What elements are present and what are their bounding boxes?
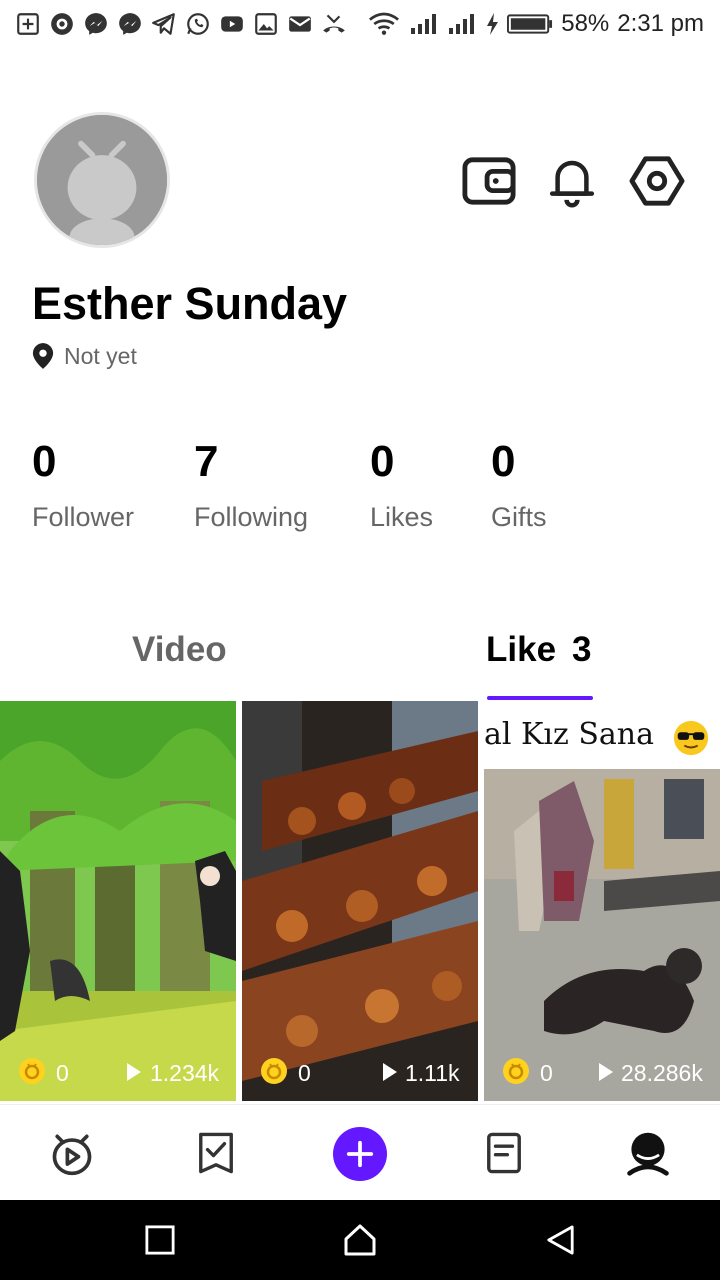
coin-icon — [261, 1058, 287, 1084]
signal-icon — [411, 14, 437, 34]
play-icon — [383, 1063, 397, 1081]
coin-count: 0 — [540, 1060, 553, 1086]
stat-following[interactable]: 7 Following — [194, 436, 308, 533]
nav-tasks[interactable] — [190, 1127, 242, 1179]
coin-count: 0 — [298, 1060, 311, 1086]
settings-icon — [629, 156, 685, 206]
image-icon — [252, 10, 280, 38]
messenger-icon — [82, 10, 110, 38]
battery-icon — [507, 14, 553, 34]
stat-value: 0 — [32, 437, 57, 486]
stat-value: 0 — [370, 437, 395, 486]
app-icon — [48, 10, 76, 38]
view-count: 1.234k — [150, 1060, 220, 1086]
location-pin-icon — [32, 343, 54, 369]
location: Not yet — [32, 342, 137, 370]
profile-icon — [627, 1132, 669, 1176]
thumbnail-image — [242, 701, 478, 1101]
home-icon — [344, 1224, 376, 1256]
mail-icon — [286, 10, 314, 38]
overlay-text: al Kız Sana — [484, 717, 655, 752]
charging-icon — [487, 13, 499, 35]
wifi-icon — [369, 12, 400, 35]
stat-label: Following — [194, 502, 309, 532]
sunglasses-emoji-icon — [673, 720, 709, 756]
stat-value: 0 — [491, 437, 516, 486]
coin-count: 0 — [56, 1060, 69, 1086]
stat-gifts[interactable]: 0 Gifts — [491, 436, 547, 533]
avatar[interactable] — [34, 112, 170, 248]
system-nav-bar — [0, 1200, 720, 1280]
stat-value: 7 — [194, 437, 219, 486]
location-text: Not yet — [64, 342, 137, 369]
thumbnail-info: 0 1.234k — [0, 1049, 236, 1101]
tab-like[interactable]: Like 3 — [486, 630, 592, 670]
nav-profile[interactable] — [622, 1127, 674, 1179]
feed-icon — [487, 1132, 521, 1174]
signal-icon — [449, 14, 475, 34]
stat-label: Likes — [370, 502, 434, 532]
home-button[interactable] — [340, 1220, 380, 1260]
tab-like-label: Like — [486, 630, 557, 669]
play-icon — [127, 1063, 141, 1081]
coin-icon — [19, 1058, 45, 1084]
video-thumbnail[interactable]: al Kız Sana 0 28.286k — [484, 701, 720, 1101]
home-video-icon — [52, 1134, 92, 1176]
telegram-icon — [150, 10, 178, 38]
nav-home[interactable] — [46, 1127, 98, 1179]
tasks-icon — [199, 1132, 233, 1174]
messenger-icon — [116, 10, 144, 38]
nav-feed[interactable] — [478, 1127, 530, 1179]
settings-button[interactable] — [626, 150, 688, 212]
tab-video[interactable]: Video — [132, 630, 227, 670]
thumbnail-info: 0 1.11k — [242, 1049, 478, 1101]
stat-likes[interactable]: 0 Likes — [370, 436, 433, 533]
back-icon — [547, 1225, 574, 1255]
play-icon — [599, 1063, 613, 1081]
recents-button[interactable] — [140, 1220, 180, 1260]
profile-name: Esther Sunday — [32, 278, 348, 329]
view-count: 1.11k — [405, 1060, 460, 1086]
status-bar: 58% 2:31 pm — [0, 0, 720, 52]
thumbnail-info: 0 28.286k — [484, 1049, 720, 1101]
bottom-nav — [0, 1104, 720, 1200]
wallet-icon — [462, 157, 516, 205]
coin-icon — [503, 1058, 529, 1084]
back-button[interactable] — [540, 1220, 580, 1260]
recents-icon — [145, 1225, 175, 1255]
system-status: 58% 2:31 pm — [367, 10, 704, 38]
notifications-button[interactable] — [541, 150, 603, 212]
add-icon — [346, 1140, 374, 1168]
stat-follower[interactable]: 0 Follower — [32, 436, 134, 533]
bell-icon — [549, 160, 595, 208]
add-button[interactable] — [333, 1127, 387, 1181]
notification-icons — [14, 10, 348, 38]
video-thumbnail[interactable]: 0 1.234k — [0, 701, 236, 1101]
view-count: 28.286k — [621, 1060, 703, 1086]
default-avatar-icon — [37, 115, 167, 245]
clock: 2:31 pm — [617, 10, 704, 37]
add-box-icon — [14, 10, 42, 38]
thumbnail-image — [0, 701, 236, 1101]
stat-label: Follower — [32, 502, 135, 532]
whatsapp-icon — [184, 10, 212, 38]
wallet-button[interactable] — [458, 150, 520, 212]
active-tab-indicator — [487, 696, 593, 700]
youtube-icon — [218, 10, 246, 38]
missed-call-icon — [320, 10, 348, 38]
battery-percent: 58% — [561, 10, 610, 37]
tab-like-count: 3 — [572, 630, 592, 669]
thumbnail-image — [484, 701, 720, 1101]
stat-label: Gifts — [491, 502, 547, 532]
video-thumbnail[interactable]: 0 1.11k — [242, 701, 478, 1101]
